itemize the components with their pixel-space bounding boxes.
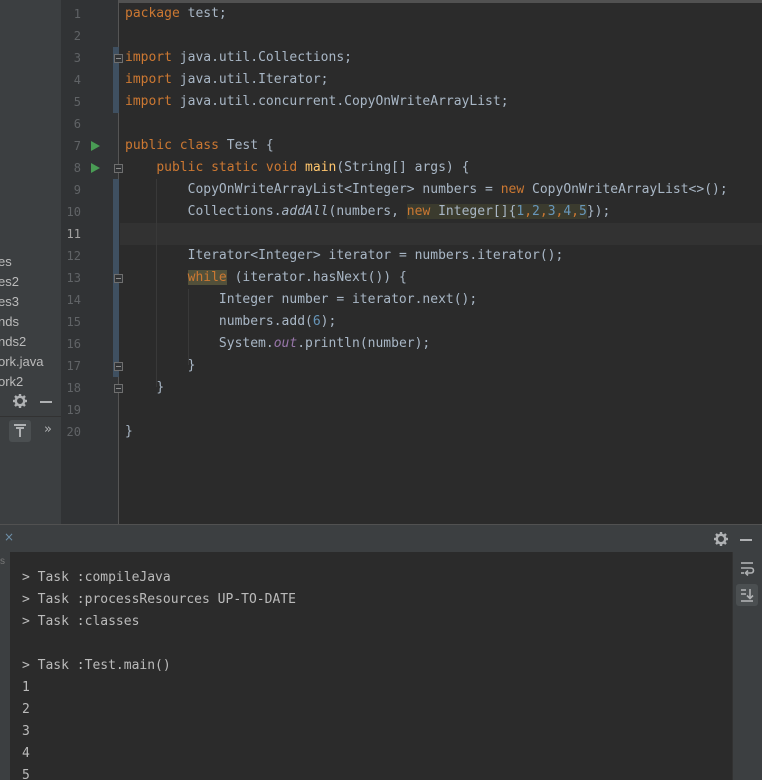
run-console-output[interactable]: > Task :compileJava > Task :processResou…: [10, 552, 732, 780]
run-right-toolbar: [732, 552, 762, 780]
code-line: package test;: [125, 6, 227, 21]
project-tree-item[interactable]: es: [0, 252, 12, 272]
code-line: }: [187, 358, 196, 373]
project-tree-item[interactable]: ork2: [0, 372, 23, 392]
code-line: public static void main(String[] args) {: [156, 160, 470, 175]
line-number: 13: [66, 271, 81, 285]
console-line: 2: [22, 702, 30, 717]
run-tool-window: × s > Task :compileJava > Task :processR…: [0, 524, 762, 780]
line-number: 19: [66, 403, 81, 417]
code-line: import java.util.concurrent.CopyOnWriteA…: [125, 94, 509, 109]
code-line: }: [156, 380, 165, 395]
line-number: 6: [73, 117, 81, 131]
console-line: > Task :classes: [22, 614, 140, 629]
line-number: 12: [66, 249, 81, 263]
minimize-icon[interactable]: [40, 401, 52, 403]
code-line: Iterator<Integer> iterator = numbers.ite…: [187, 248, 564, 263]
code-line: System.out.println(number);: [218, 336, 431, 351]
line-number: 4: [73, 73, 81, 87]
line-number: 17: [66, 359, 81, 373]
line-number: 14: [66, 293, 81, 307]
code-line: import java.util.Iterator;: [125, 72, 329, 87]
scroll-from-source-icon[interactable]: [9, 420, 31, 442]
code-line: CopyOnWriteArrayList<Integer> numbers = …: [187, 182, 728, 197]
project-tree-item[interactable]: ork.java: [0, 352, 44, 372]
fold-while-icon[interactable]: [114, 274, 123, 283]
code-line: Integer number = iterator.next();: [218, 292, 478, 307]
run-class-icon[interactable]: [91, 141, 100, 151]
code-line: }: [125, 424, 133, 439]
project-toolbar-secondary: »: [0, 416, 61, 444]
fold-imports-icon[interactable]: [114, 54, 123, 63]
line-number: 2: [73, 29, 81, 43]
close-tab-icon[interactable]: ×: [4, 530, 14, 544]
scroll-to-end-icon[interactable]: [736, 584, 758, 606]
line-number: 20: [66, 425, 81, 439]
line-number: 18: [66, 381, 81, 395]
console-line: > Task :processResources UP-TO-DATE: [22, 592, 296, 607]
code-line: public class Test {: [125, 138, 274, 153]
console-line: 5: [22, 768, 30, 780]
code-line: import java.util.Collections;: [125, 50, 352, 65]
line-number: 8: [73, 161, 81, 175]
run-tool-window-header: ×: [0, 524, 762, 552]
line-number: 5: [73, 95, 81, 109]
project-panel: es es2 es3 nds nds2 ork.java ork2 »: [0, 0, 61, 524]
editor-gutter: 1 2 3 4 5 6 7 8 9 10 11 12 13 14 15 16 1…: [61, 0, 123, 524]
gear-icon[interactable]: [713, 531, 729, 547]
toolbar-fragment: s: [0, 556, 5, 567]
line-number: 10: [66, 205, 81, 219]
gear-icon[interactable]: [12, 393, 28, 409]
minimize-icon[interactable]: [740, 539, 752, 541]
line-number: 9: [73, 183, 81, 197]
line-number: 1: [73, 7, 81, 21]
line-number: 3: [73, 51, 81, 65]
project-tree-item[interactable]: nds2: [0, 332, 26, 352]
console-line: 4: [22, 746, 30, 761]
more-icon[interactable]: »: [44, 420, 52, 440]
fold-end-icon[interactable]: [114, 384, 123, 393]
project-tree-item[interactable]: es3: [0, 292, 19, 312]
code-editor[interactable]: 1 2 3 4 5 6 7 8 9 10 11 12 13 14 15 16 1…: [61, 0, 762, 524]
caret-row-highlight: [120, 223, 762, 245]
console-line: 1: [22, 680, 30, 695]
project-toolbar: [0, 391, 61, 413]
code-line: Collections.addAll(numbers, new Integer[…: [187, 204, 611, 219]
project-tree-item[interactable]: es2: [0, 272, 19, 292]
line-number-current: 11: [66, 227, 81, 241]
line-number: 7: [73, 139, 81, 153]
fold-end-icon[interactable]: [114, 362, 123, 371]
code-line: while (iterator.hasNext()) {: [187, 270, 407, 285]
fold-method-icon[interactable]: [114, 164, 123, 173]
console-line: 3: [22, 724, 30, 739]
code-line: numbers.add(6);: [218, 314, 337, 329]
console-line: > Task :compileJava: [22, 570, 171, 585]
console-line: > Task :Test.main(): [22, 658, 171, 673]
line-number: 15: [66, 315, 81, 329]
line-number: 16: [66, 337, 81, 351]
run-left-toolbar: s: [0, 552, 10, 780]
run-main-icon[interactable]: [91, 163, 100, 173]
project-tree-item[interactable]: nds: [0, 312, 19, 332]
soft-wrap-icon[interactable]: [739, 560, 755, 576]
